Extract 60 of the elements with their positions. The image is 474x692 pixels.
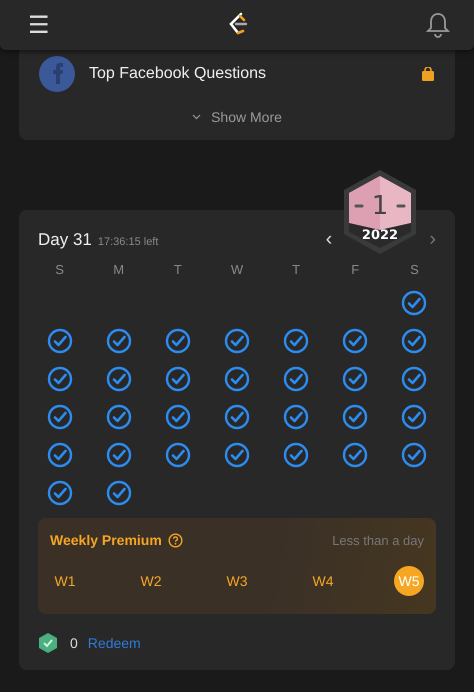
check-circle-icon <box>106 366 132 392</box>
check-circle-icon <box>401 442 428 468</box>
check-circle-icon <box>164 366 191 392</box>
check-circle-icon <box>342 328 368 354</box>
check-circle-icon <box>283 442 310 468</box>
check-circle-icon <box>46 442 73 468</box>
previous-month-button[interactable]: ‹ <box>326 228 332 251</box>
menu-button[interactable]: ☰ <box>28 11 50 39</box>
coin-icon <box>38 632 58 654</box>
check-circle-icon <box>46 480 73 506</box>
list-title[interactable]: Top Facebook Questions <box>89 65 407 83</box>
week-tab[interactable]: W2 <box>136 566 166 596</box>
check-circle-icon <box>283 404 310 430</box>
lock-icon <box>421 67 435 81</box>
check-circle-icon <box>106 404 132 430</box>
week-tab[interactable]: W4 <box>308 566 338 596</box>
check-circle-icon <box>342 366 368 392</box>
check-circle-icon <box>224 404 250 430</box>
check-circle-icon <box>106 480 132 506</box>
monthly-badge: 1 2022 <box>341 168 419 256</box>
check-circle-icon <box>164 328 191 354</box>
redeem-link[interactable]: Redeem <box>88 635 141 651</box>
check-circle-icon <box>164 442 191 468</box>
check-circle-icon <box>342 442 368 468</box>
week-tab[interactable]: W1 <box>50 566 80 596</box>
check-circle-icon <box>401 404 428 430</box>
weekday-label: S <box>55 262 64 278</box>
weekday-label: T <box>292 262 300 278</box>
show-more-button[interactable]: Show More <box>39 108 435 126</box>
check-circle-icon <box>164 404 191 430</box>
check-circle-icon <box>283 366 310 392</box>
check-circle-icon <box>106 442 132 468</box>
check-circle-icon <box>46 404 73 430</box>
week-tab[interactable]: W3 <box>222 566 252 596</box>
check-circle-icon <box>224 366 250 392</box>
time-remaining: Less than a day <box>331 532 424 548</box>
check-circle-icon <box>224 442 250 468</box>
day-count: Day 31 <box>38 230 92 250</box>
bell-icon[interactable] <box>426 12 450 38</box>
coin-count: 0 <box>70 635 78 651</box>
check-circle-icon <box>224 328 250 354</box>
weekly-premium-title: Weekly Premium <box>50 532 162 548</box>
weekday-label: W <box>230 262 244 278</box>
weekday-label: M <box>113 262 124 278</box>
check-circle-icon <box>46 366 73 392</box>
check-circle-icon <box>283 328 310 354</box>
weekday-label: T <box>174 262 182 278</box>
help-icon[interactable] <box>168 532 183 548</box>
time-left: 17:36:15 left <box>98 236 160 248</box>
check-circle-icon <box>401 328 428 354</box>
avatar-icon <box>39 56 75 92</box>
weekday-label: F <box>351 262 360 278</box>
check-circle-icon <box>401 366 428 392</box>
next-month-button[interactable]: › <box>429 228 436 251</box>
check-circle-icon <box>342 404 368 430</box>
check-circle-icon <box>46 328 73 354</box>
check-circle-icon <box>106 328 132 354</box>
chevron-down-icon <box>192 114 202 120</box>
check-circle-icon <box>401 290 428 316</box>
weekday-label: S <box>410 262 419 278</box>
